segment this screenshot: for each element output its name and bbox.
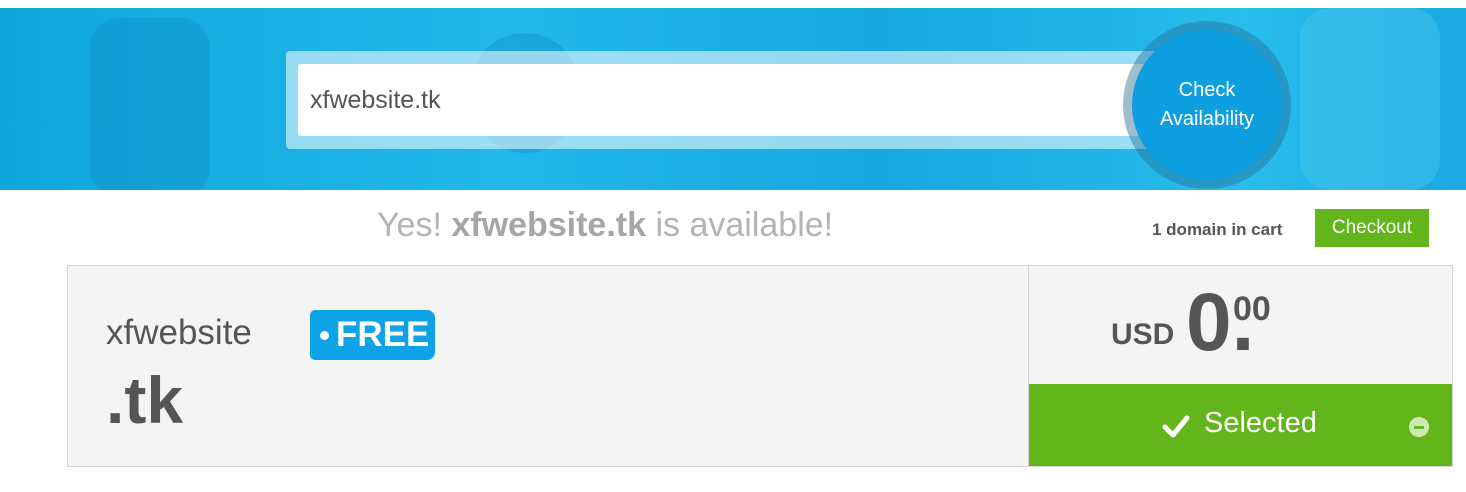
banner-decoration xyxy=(90,18,210,190)
availability-suffix: is available! xyxy=(655,206,834,244)
badge-dot-icon xyxy=(320,331,329,340)
selected-label: Selected xyxy=(1204,407,1317,439)
availability-message: Yes! xfwebsite.tk is available! xyxy=(377,206,833,245)
top-border xyxy=(0,0,1466,8)
remove-icon[interactable] xyxy=(1409,417,1429,437)
price-currency: USD xyxy=(1111,318,1175,351)
price-decimal: 00 xyxy=(1233,290,1271,328)
domain-name: xfwebsite xyxy=(106,313,252,352)
domain-tld: .tk xyxy=(106,363,184,437)
availability-prefix: Yes! xyxy=(377,206,442,244)
free-badge: FREE xyxy=(310,310,435,360)
checkout-button[interactable]: Checkout xyxy=(1315,209,1429,247)
selected-button[interactable]: Selected xyxy=(1029,384,1452,466)
free-badge-label: FREE xyxy=(336,315,430,354)
check-availability-button[interactable]: Check Availability xyxy=(1132,30,1282,180)
availability-domain: xfwebsite.tk xyxy=(451,206,646,244)
domain-search-input[interactable] xyxy=(298,64,1158,136)
cart-count: 1 domain in cart xyxy=(1152,220,1283,239)
checkmark-icon xyxy=(1162,415,1190,438)
banner-decoration xyxy=(1300,8,1440,190)
